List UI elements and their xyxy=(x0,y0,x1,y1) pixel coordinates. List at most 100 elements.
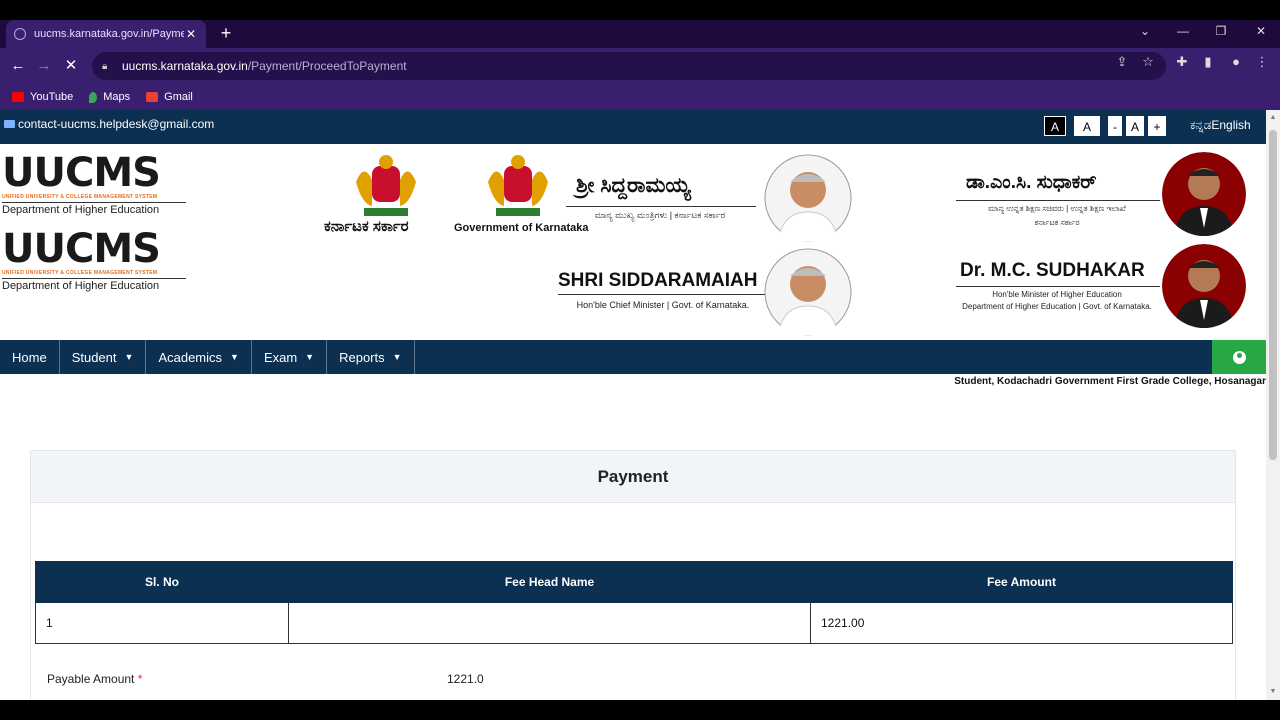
minister-portrait-2 xyxy=(1162,244,1246,328)
bookmark-youtube[interactable]: YouTube xyxy=(12,91,73,103)
minister-name-divider xyxy=(956,286,1160,287)
cm-name-kannada: ಶ್ರೀ ಸಿದ್ದರಾಮಯ್ಯ xyxy=(576,174,691,197)
cm-name-divider xyxy=(558,294,768,295)
contact-email[interactable]: contact-uucms.helpdesk@gmail.com xyxy=(4,117,214,131)
chevron-down-icon: ▼ xyxy=(305,352,315,362)
share-icon[interactable]: ⇪ xyxy=(1112,54,1132,70)
minister-divider xyxy=(956,200,1160,201)
gmail-icon xyxy=(146,92,159,102)
web-page: contact-uucms.helpdesk@gmail.com A A - A… xyxy=(0,110,1266,700)
table-row: 1 1221.00 xyxy=(35,602,1233,644)
bookmark-maps[interactable]: Maps xyxy=(89,91,130,103)
mail-icon xyxy=(4,120,15,128)
language-toggle[interactable]: ಕನ್ನಡEnglish xyxy=(1190,118,1251,133)
cm-designation: Hon'ble Chief Minister | Govt. of Karnat… xyxy=(576,300,750,310)
new-tab-button[interactable]: + xyxy=(216,24,236,44)
lock-icon: 🔒︎ xyxy=(102,61,108,72)
address-bar[interactable]: 🔒︎ uucms.karnataka.gov.in/Payment/Procee… xyxy=(92,52,1166,80)
user-account-button[interactable] xyxy=(1212,340,1266,374)
minister-designation: Hon'ble Minister of Higher Education xyxy=(992,290,1122,299)
nav-academics[interactable]: Academics ▼ xyxy=(146,340,252,374)
url-path: /Payment/ProceedToPayment xyxy=(247,59,407,73)
karnataka-sarkara-text: ಕರ್ನಾಟಕ ಸರ್ಕಾರ xyxy=(324,218,409,235)
font-reset-button[interactable]: A xyxy=(1126,116,1144,136)
table-header-row: Sl. No Fee Head Name Fee Amount xyxy=(35,561,1233,603)
window-close-icon[interactable]: ✕ xyxy=(1246,24,1276,38)
nav-exam[interactable]: Exam ▼ xyxy=(252,340,328,374)
minimize-icon[interactable]: — xyxy=(1168,24,1198,38)
scroll-up-icon[interactable]: ▲ xyxy=(1269,114,1277,122)
logo-dept-2: Department of Higher Education xyxy=(2,278,186,292)
font-decrease-button[interactable]: - xyxy=(1108,116,1122,136)
font-increase-button[interactable]: + xyxy=(1148,116,1166,136)
minister-name-kannada: ಡಾ.ಎಂ.ಸಿ. ಸುಧಾಕರ್ xyxy=(966,172,1097,193)
maps-icon xyxy=(89,91,98,103)
back-icon[interactable]: ← xyxy=(8,56,28,76)
karnataka-emblem-icon xyxy=(356,155,416,216)
fee-table: Sl. No Fee Head Name Fee Amount 1 1221.0… xyxy=(35,561,1233,644)
nav-home[interactable]: Home xyxy=(0,340,60,374)
cm-divider xyxy=(566,206,756,207)
payable-amount-label: Payable Amount * xyxy=(47,672,143,686)
chevron-down-icon: ▼ xyxy=(392,352,402,362)
maximize-icon[interactable]: ❐ xyxy=(1206,24,1236,38)
top-strip: contact-uucms.helpdesk@gmail.com A A - A… xyxy=(0,110,1266,144)
extensions-icon[interactable]: ✚ xyxy=(1172,54,1192,70)
tab-bar: uucms.karnataka.gov.in/Payment/ ✕ + ⌄ — … xyxy=(0,20,1280,48)
tab-title: uucms.karnataka.gov.in/Payment/ xyxy=(34,28,184,40)
cm-name: SHRI SIDDARAMAIAH xyxy=(558,270,758,291)
forward-icon[interactable]: → xyxy=(34,56,54,76)
main-nav: Home Student ▼ Academics ▼ Exam ▼ Reports ▼ xyxy=(0,340,1266,374)
chevron-down-icon: ▼ xyxy=(230,352,239,362)
browser-toolbar: ← → ✕ 🔒︎ uucms.karnataka.gov.in/Payment/… xyxy=(0,48,1280,84)
bookmarks-bar: YouTube Maps Gmail xyxy=(0,84,1280,110)
uucms-logo-2: UUCMS UNIFIED UNIVERSITY & COLLEGE MANAG… xyxy=(2,228,186,292)
globe-icon xyxy=(14,28,26,40)
bookmark-star-icon[interactable]: ☆ xyxy=(1138,54,1158,70)
contrast-dark-button[interactable]: A xyxy=(1044,116,1066,136)
browser-tab[interactable]: uucms.karnataka.gov.in/Payment/ ✕ xyxy=(6,20,206,48)
cell-fee-amount: 1221.00 xyxy=(810,602,1233,644)
col-fee-head: Fee Head Name xyxy=(288,561,811,603)
logo-dept: Department of Higher Education xyxy=(2,202,186,216)
karnataka-emblem-icon-2 xyxy=(488,155,548,216)
minister-name: Dr. M.C. SUDHAKAR xyxy=(960,260,1145,281)
uucms-logo: UUCMS UNIFIED UNIVERSITY & COLLEGE MANAG… xyxy=(2,152,186,216)
nav-reports[interactable]: Reports ▼ xyxy=(327,340,415,374)
tab-search-icon[interactable]: ⌄ xyxy=(1130,24,1160,38)
minister-designation-2: Department of Higher Education | Govt. o… xyxy=(962,302,1152,311)
screen: uucms.karnataka.gov.in/Payment/ ✕ + ⌄ — … xyxy=(0,0,1280,720)
side-panel-icon[interactable]: ▮ xyxy=(1198,54,1218,70)
payment-card: Payment Sl. No Fee Head Name Fee Amount … xyxy=(30,450,1236,700)
logo-text-2: UUCMS xyxy=(2,226,161,272)
col-sl-no: Sl. No xyxy=(35,561,289,603)
payment-title: Payment xyxy=(31,451,1235,503)
scrollbar-thumb[interactable] xyxy=(1269,130,1277,460)
page-scrollbar[interactable]: ▲ ▼ xyxy=(1266,110,1280,700)
url-host: uucms.karnataka.gov.in xyxy=(122,59,248,73)
bookmark-gmail[interactable]: Gmail xyxy=(146,91,193,103)
user-icon xyxy=(1232,350,1246,364)
government-of-karnataka-text: Government of Karnataka xyxy=(454,222,589,234)
minister-designation-kannada: ಮಾನ್ಯ ಉನ್ನತ ಶಿಕ್ಷಣ ಸಚಿವರು | ಉನ್ನತ ಶಿಕ್ಷಣ… xyxy=(988,204,1126,213)
cm-portrait-2 xyxy=(764,248,852,336)
nav-student[interactable]: Student ▼ xyxy=(60,340,147,374)
minister-designation-kannada-2: ಕರ್ನಾಟಕ ಸರ್ಕಾರ xyxy=(1034,218,1080,227)
profile-avatar-icon[interactable]: ● xyxy=(1226,54,1246,69)
cell-fee-head xyxy=(288,602,811,644)
cm-designation-kannada: ಮಾನ್ಯ ಮುಖ್ಯ ಮಂತ್ರಿಗಳು | ಕರ್ನಾಟಕ ಸರ್ಕಾರ xyxy=(594,210,726,220)
logo-text: UUCMS xyxy=(2,150,161,196)
payable-amount-value: 1221.0 xyxy=(447,672,484,686)
site-header: UUCMS UNIFIED UNIVERSITY & COLLEGE MANAG… xyxy=(0,144,1266,340)
cell-sl-no: 1 xyxy=(35,602,289,644)
scroll-down-icon[interactable]: ▼ xyxy=(1269,688,1277,696)
menu-kebab-icon[interactable]: ⋮ xyxy=(1252,54,1272,70)
stop-loading-icon[interactable]: ✕ xyxy=(61,56,81,76)
contrast-light-button[interactable]: A xyxy=(1074,116,1100,136)
required-mark: * xyxy=(137,672,143,686)
minister-portrait xyxy=(1162,152,1246,236)
chevron-down-icon: ▼ xyxy=(124,352,134,362)
close-icon[interactable]: ✕ xyxy=(184,27,198,41)
col-fee-amount: Fee Amount xyxy=(810,561,1233,603)
cm-portrait xyxy=(764,154,852,242)
